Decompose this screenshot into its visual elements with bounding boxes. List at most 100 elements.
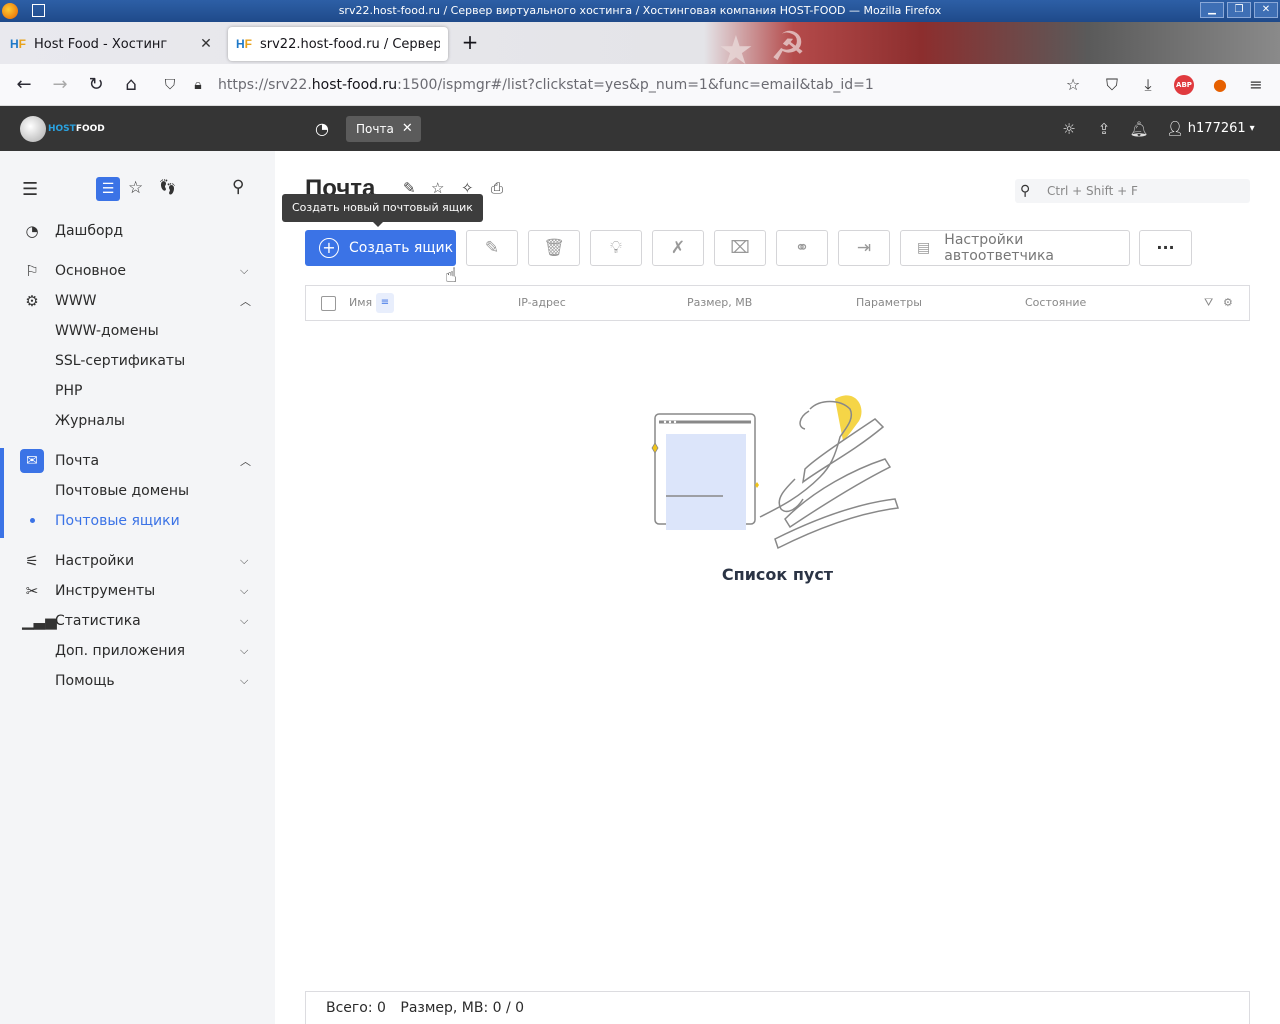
- bookmark-star-icon[interactable]: ☆: [1059, 71, 1087, 99]
- extension-icon[interactable]: ●: [1206, 71, 1234, 99]
- clear-button[interactable]: ⌧: [714, 230, 766, 266]
- new-tab-button[interactable]: +: [458, 30, 482, 54]
- settings-gear-icon[interactable]: ⚙: [1223, 296, 1233, 309]
- sidebar-item-label: Основное: [55, 263, 127, 279]
- dashboard-pie-icon[interactable]: ◔: [308, 116, 336, 142]
- username: h177261: [1187, 121, 1246, 136]
- autoresponder-settings-button[interactable]: ▤ Настройки автоответчика: [900, 230, 1130, 266]
- home-button[interactable]: ⌂: [117, 71, 145, 99]
- upload-icon[interactable]: ⇪: [1091, 116, 1117, 142]
- sidebar-item-help[interactable]: Помощь ⌵: [0, 666, 275, 696]
- sidebar-subitem-mail-domains[interactable]: Почтовые домены: [55, 476, 189, 506]
- main-content: Почта ✎ ☆ ✧ ⎙ ⚲ Ctrl + Shift + F + Созда…: [275, 151, 1280, 1024]
- table-footer: Всего: 0 Размер, MB: 0 / 0: [305, 991, 1250, 1024]
- sidebar-item-mail[interactable]: ✉ Почта ︿: [0, 446, 275, 476]
- empty-list-illustration: [651, 395, 900, 550]
- close-window-button[interactable]: ✕: [1254, 2, 1278, 18]
- footer-total: Всего: 0: [326, 1000, 386, 1016]
- chevron-down-icon: ⌵: [240, 614, 249, 627]
- downloads-icon[interactable]: ⤓: [1134, 71, 1162, 99]
- filter-icon[interactable]: ⛛: [1204, 296, 1213, 310]
- open-section-chip[interactable]: Почта ✕: [346, 116, 421, 142]
- maximize-button[interactable]: ❐: [1227, 2, 1251, 18]
- back-button[interactable]: ←: [10, 71, 38, 99]
- empty-list-text: Список пуст: [721, 565, 834, 584]
- sidebar-subitem-php[interactable]: PHP: [55, 376, 82, 406]
- minimize-button[interactable]: ▁: [1200, 2, 1224, 18]
- sidebar-subitem-www-domains[interactable]: WWW-домены: [55, 316, 159, 346]
- select-all-checkbox[interactable]: [321, 296, 336, 311]
- window-titlebar: srv22.host-food.ru / Сервер виртуального…: [0, 0, 1280, 22]
- url-bar[interactable]: ⛉ 🔒︎ https://srv22.host-food.ru:1500/isp…: [156, 69, 1096, 101]
- search-placeholder: Ctrl + Shift + F: [1047, 184, 1138, 198]
- notifications-bell-icon[interactable]: 🔔︎: [1126, 116, 1152, 142]
- lock-icon[interactable]: 🔒︎: [184, 77, 212, 93]
- chevron-down-icon: ⌵: [240, 554, 249, 567]
- recent-steps-icon[interactable]: 👣︎: [158, 178, 177, 196]
- sidebar-item-www[interactable]: ⚙ WWW ︿: [0, 286, 275, 316]
- chevron-down-icon: ⌵: [240, 644, 249, 657]
- sidebar-item-label: Инструменты: [55, 583, 156, 599]
- sidebar-item-addons[interactable]: Доп. приложения ⌵: [0, 636, 275, 666]
- column-params[interactable]: Параметры: [856, 296, 922, 309]
- app-header: HOSTFOOD ◔ Почта ✕ ☼ ⇪ 🔔︎ 👤︎ h177261 ▾: [0, 106, 1280, 151]
- search-input[interactable]: ⚲ Ctrl + Shift + F: [1015, 179, 1250, 203]
- hostfood-logo[interactable]: HOSTFOOD: [20, 116, 105, 142]
- tab-label: Host Food - Хостинг: [34, 36, 168, 52]
- enable-button[interactable]: 💡︎: [590, 230, 642, 266]
- forward-button[interactable]: →: [46, 71, 74, 99]
- bar-chart-icon: ▁▃▅: [22, 612, 57, 630]
- more-actions-button[interactable]: ···: [1139, 230, 1192, 266]
- browser-tab-srv22[interactable]: HF srv22.host-food.ru / Сервер виртуальн…: [228, 27, 448, 61]
- sidebar-item-main[interactable]: ⚐ Основное ⌵: [0, 256, 275, 286]
- column-size[interactable]: Размер, MB: [687, 296, 752, 309]
- adblock-icon[interactable]: ABP: [1170, 71, 1198, 99]
- menu-list-icon[interactable]: ☰: [96, 177, 120, 201]
- tab-strip: ★ ☭ HF Host Food - Хостинг ✕ HF srv22.ho…: [0, 22, 1280, 74]
- theme-sun-icon[interactable]: ☼: [1056, 116, 1082, 142]
- sidebar-item-dashboard[interactable]: ◔ Дашборд: [0, 216, 275, 246]
- reload-button[interactable]: ↻: [82, 71, 110, 99]
- table-header: Имя ≡ IP-адрес Размер, MB Параметры Сост…: [305, 285, 1250, 321]
- chevron-down-icon: ▾: [1249, 123, 1255, 134]
- sidebar-item-settings[interactable]: ⚟ Настройки ⌵: [0, 546, 275, 576]
- sidebar-item-tools[interactable]: ✂ Инструменты ⌵: [0, 576, 275, 606]
- footer-size: Размер, MB: 0 / 0: [400, 1000, 525, 1016]
- sidebar-item-statistics[interactable]: ▁▃▅ Статистика ⌵: [0, 606, 275, 636]
- edit-button[interactable]: ✎: [466, 230, 518, 266]
- menu-search-icon[interactable]: ⚲: [232, 177, 244, 197]
- login-button[interactable]: ⇥: [838, 230, 890, 266]
- document-icon: ▤: [917, 240, 931, 256]
- column-ip[interactable]: IP-адрес: [518, 296, 566, 309]
- browser-tab-hostfood[interactable]: HF Host Food - Хостинг ✕: [2, 27, 222, 61]
- view-button[interactable]: ⚭: [776, 230, 828, 266]
- logo-mark-icon: [20, 116, 46, 142]
- disable-button[interactable]: ✗: [652, 230, 704, 266]
- chevron-up-icon: ︿: [240, 295, 251, 308]
- menu-hamburger-icon[interactable]: ≡: [1242, 71, 1270, 99]
- pocket-icon[interactable]: ⛉: [1098, 71, 1126, 99]
- lightbulb-off-icon: ✗: [670, 238, 686, 258]
- pencil-icon: ✎: [484, 238, 500, 258]
- collapse-menu-icon[interactable]: ☰: [22, 179, 38, 200]
- column-name[interactable]: Имя: [349, 296, 372, 309]
- column-status[interactable]: Состояние: [1025, 296, 1086, 309]
- sidebar-subitem-ssl[interactable]: SSL-сертификаты: [55, 346, 185, 376]
- tab-close-icon[interactable]: ✕: [198, 36, 214, 52]
- delete-button[interactable]: 🗑︎: [528, 230, 580, 266]
- chip-close-icon[interactable]: ✕: [402, 116, 413, 142]
- glasses-icon: ⚭: [794, 238, 810, 258]
- url-text: https://srv22.host-food.ru:1500/ispmgr#/…: [218, 77, 874, 93]
- current-item-dot: [30, 518, 35, 523]
- sidebar-subitem-logs[interactable]: Журналы: [55, 406, 125, 436]
- sort-icon[interactable]: ≡: [376, 293, 394, 313]
- enter-icon: ⇥: [856, 238, 872, 258]
- sidebar-item-label: Настройки: [55, 553, 135, 569]
- sidebar-subitem-mailboxes[interactable]: Почтовые ящики: [55, 506, 180, 536]
- trash-icon: 🗑︎: [543, 238, 565, 258]
- tracking-shield-icon[interactable]: ⛉: [156, 77, 184, 93]
- create-mailbox-button[interactable]: + Создать ящик: [305, 230, 456, 266]
- favorites-star-icon[interactable]: ☆: [128, 178, 143, 198]
- user-menu[interactable]: 👤︎ h177261 ▾: [1166, 116, 1255, 142]
- export-icon[interactable]: ⎙: [491, 179, 503, 197]
